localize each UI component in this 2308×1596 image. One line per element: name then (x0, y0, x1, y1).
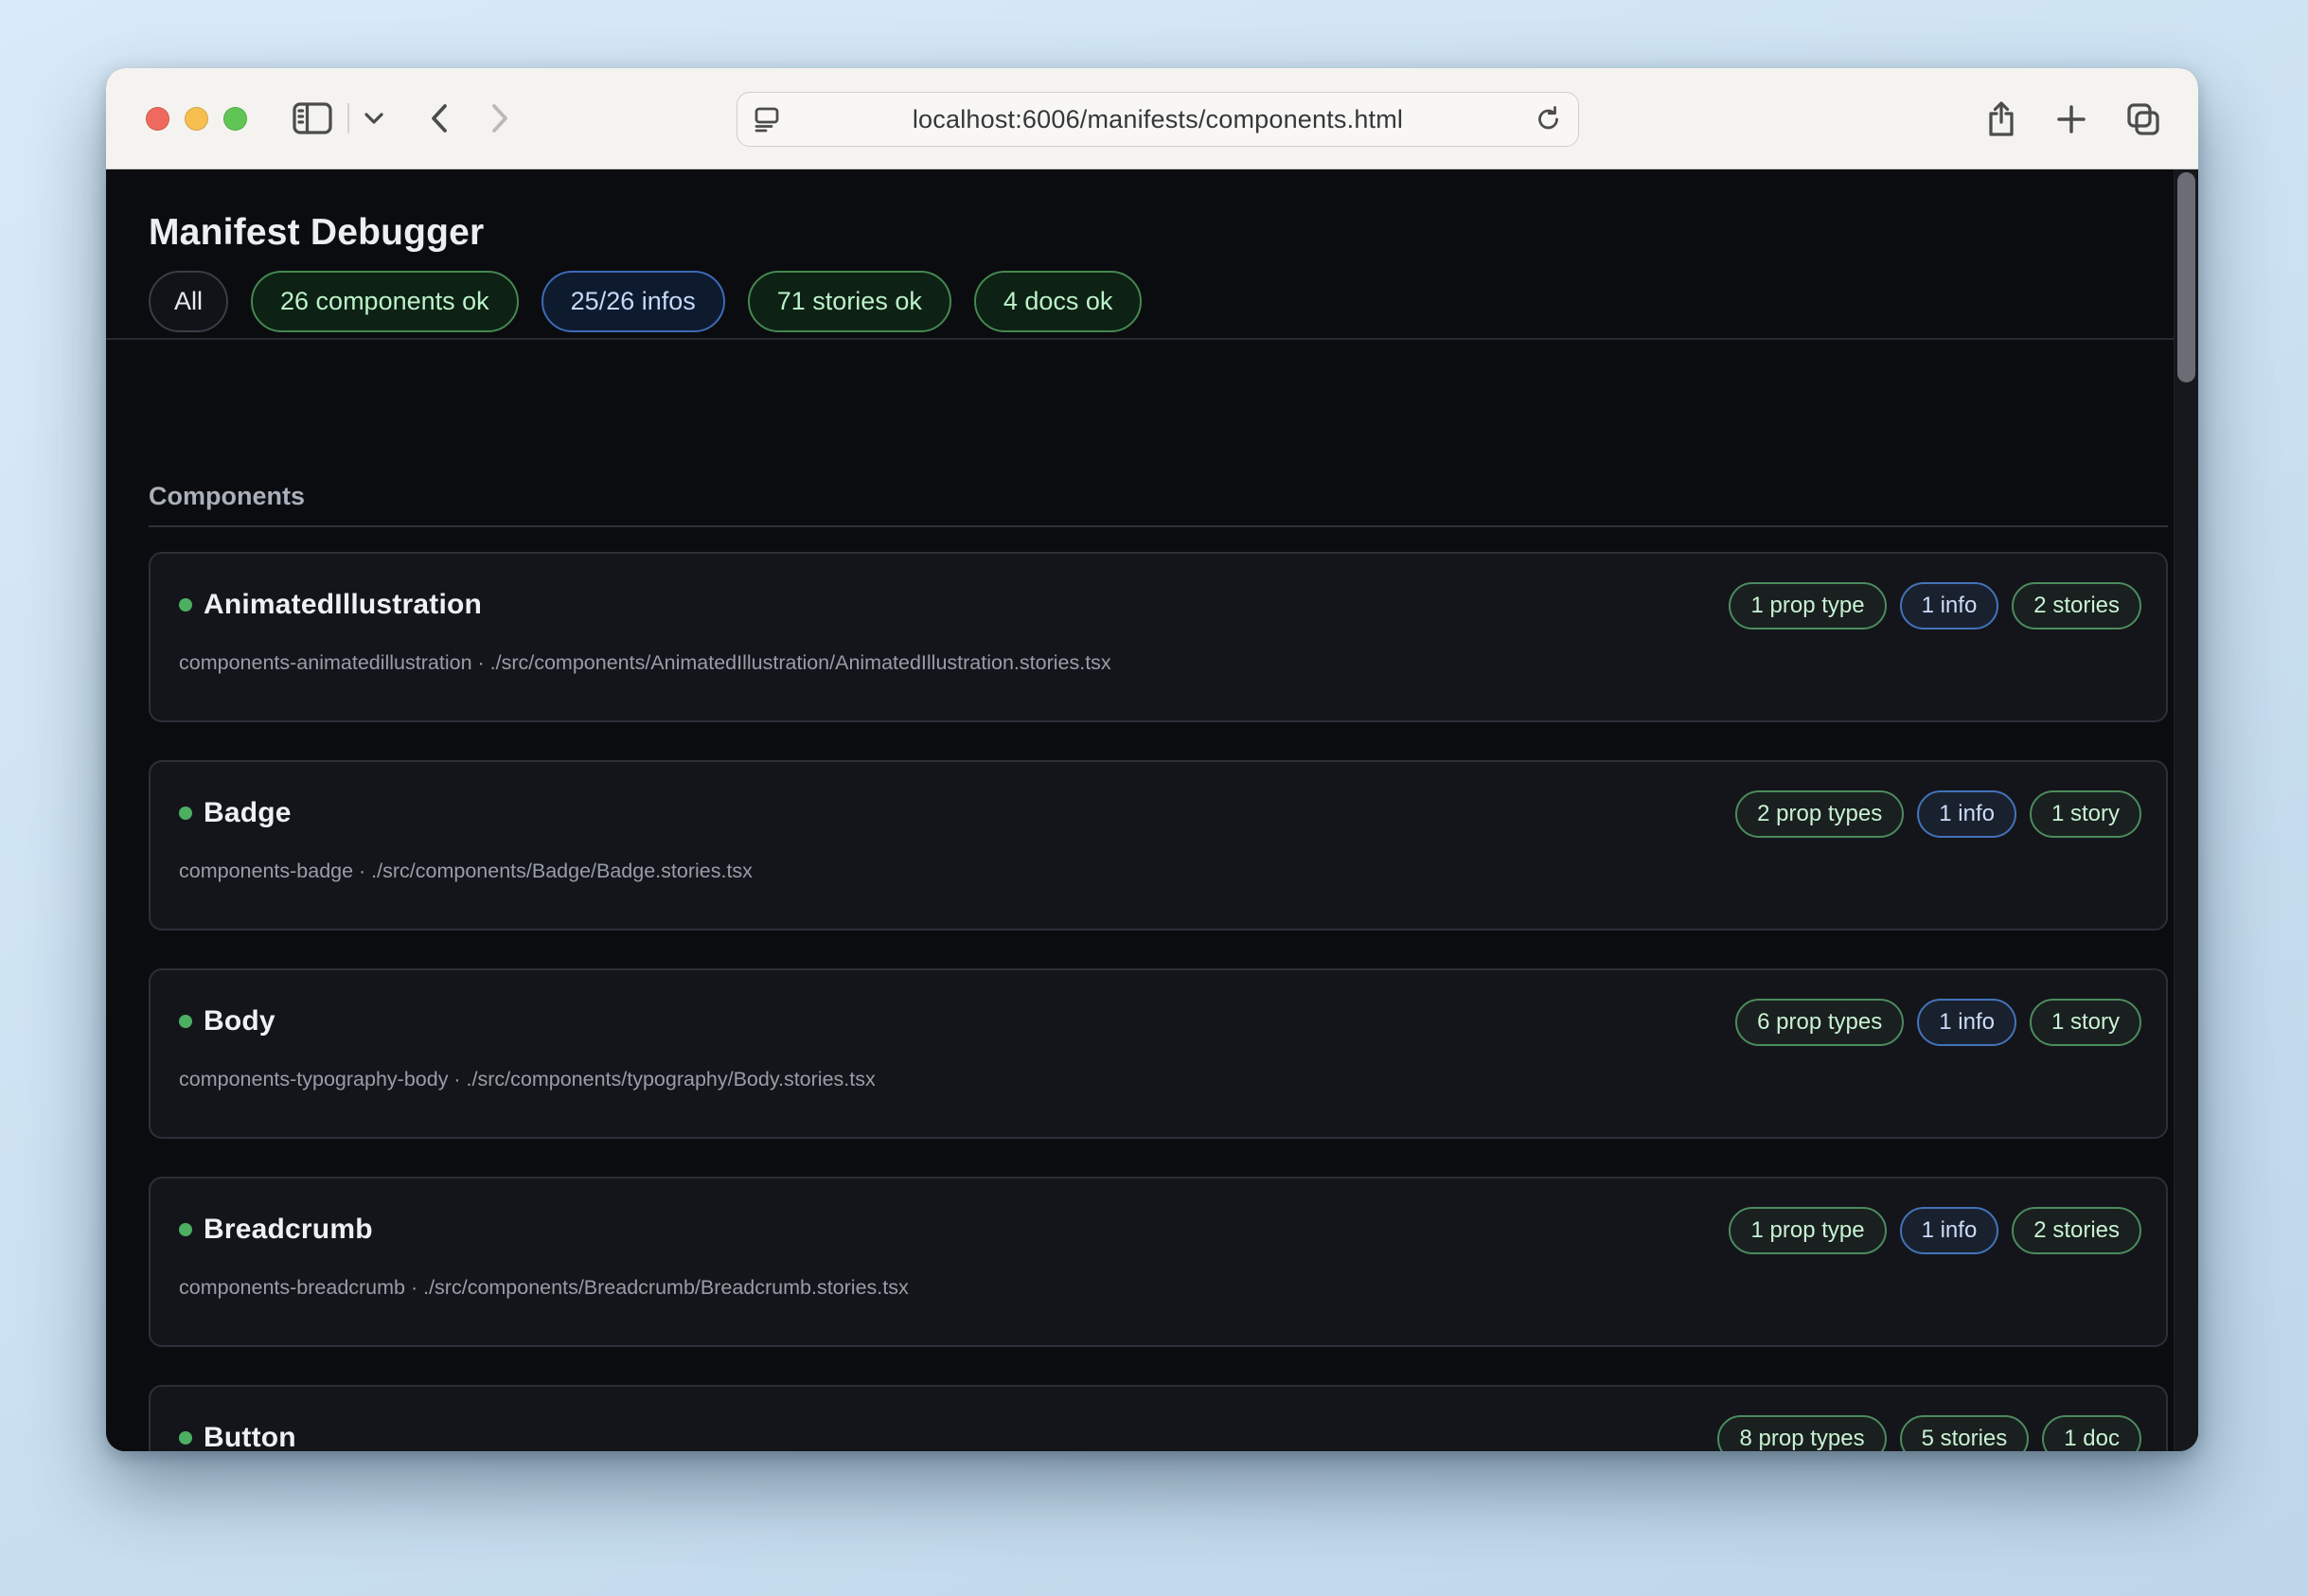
reload-icon[interactable] (1535, 105, 1563, 133)
chevron-down-icon[interactable] (363, 111, 385, 126)
status-dot-icon (179, 807, 192, 820)
info-badge: 1 info (1917, 999, 2016, 1046)
component-meta: components-typography-body · ./src/compo… (179, 1067, 2138, 1092)
stories-badge: 5 stories (1900, 1415, 2030, 1451)
stories-badge: 1 story (2030, 790, 2141, 838)
prop-type-badge: 1 prop type (1729, 1207, 1886, 1254)
address-bar[interactable]: localhost:6006/manifests/components.html (737, 92, 1579, 147)
browser-window: localhost:6006/manifests/components.html (106, 68, 2198, 1451)
prop-type-badge: 6 prop types (1735, 999, 1904, 1046)
component-card: Button 8 prop types 5 stories 1 doc (149, 1385, 2168, 1451)
tab-overview-icon[interactable] (2125, 102, 2163, 136)
prop-type-badge: 2 prop types (1735, 790, 1904, 838)
status-dot-icon (179, 598, 192, 612)
component-meta: components-animatedillustration · ./src/… (179, 650, 2138, 676)
status-dot-icon (179, 1431, 192, 1445)
badge-group: 8 prop types 5 stories 1 doc (1717, 1415, 2141, 1451)
info-badge: 1 info (1917, 790, 2016, 838)
component-name: Badge (204, 796, 292, 830)
component-name: Breadcrumb (204, 1213, 373, 1247)
filter-stories[interactable]: 71 stories ok (748, 271, 951, 332)
scrollbar-track[interactable] (2174, 169, 2198, 1451)
badge-group: 2 prop types 1 info 1 story (1735, 790, 2141, 838)
component-name: Body (204, 1004, 275, 1038)
doc-badge: 1 doc (2042, 1415, 2141, 1451)
badge-group: 6 prop types 1 info 1 story (1735, 999, 2141, 1046)
component-name: Button (204, 1421, 296, 1451)
info-badge: 1 info (1900, 1207, 1999, 1254)
info-badge: 1 info (1900, 582, 1999, 630)
page-title: Manifest Debugger (149, 211, 2143, 255)
component-card: AnimatedIllustration components-animated… (149, 552, 2168, 722)
close-window-button[interactable] (146, 107, 169, 131)
component-card: Body components-typography-body · ./src/… (149, 968, 2168, 1139)
filter-all[interactable]: All (149, 271, 228, 332)
page-header: Manifest Debugger All 26 components ok 2… (106, 169, 2174, 332)
zoom-window-button[interactable] (223, 107, 247, 131)
forward-button[interactable] (489, 102, 510, 134)
component-card: Breadcrumb components-breadcrumb · ./src… (149, 1177, 2168, 1347)
filter-infos[interactable]: 25/26 infos (541, 271, 725, 332)
traffic-lights (146, 107, 247, 131)
stories-badge: 2 stories (2012, 582, 2141, 630)
filter-docs[interactable]: 4 docs ok (974, 271, 1143, 332)
badge-group: 1 prop type 1 info 2 stories (1729, 582, 2141, 630)
badge-group: 1 prop type 1 info 2 stories (1729, 1207, 2141, 1254)
component-card: Badge components-badge · ./src/component… (149, 760, 2168, 931)
status-dot-icon (179, 1223, 192, 1236)
toolbar-separator (347, 103, 349, 133)
filter-components[interactable]: 26 components ok (251, 271, 519, 332)
status-dot-icon (179, 1015, 192, 1028)
back-button[interactable] (429, 102, 450, 134)
browser-toolbar: localhost:6006/manifests/components.html (106, 68, 2198, 169)
component-meta: components-breadcrumb · ./src/components… (179, 1275, 2138, 1301)
section-heading: Components (149, 480, 2168, 512)
share-icon[interactable] (1985, 100, 2017, 138)
scrollbar-thumb[interactable] (2177, 172, 2195, 382)
stories-badge: 1 story (2030, 999, 2141, 1046)
component-meta: components-badge · ./src/components/Badg… (179, 859, 2138, 884)
prop-type-badge: 8 prop types (1717, 1415, 1886, 1451)
prop-type-badge: 1 prop type (1729, 582, 1886, 630)
section-divider (149, 525, 2168, 527)
url-text[interactable]: localhost:6006/manifests/components.html (781, 105, 1535, 134)
page-icon (753, 105, 781, 133)
new-tab-icon[interactable] (2055, 103, 2087, 135)
minimize-window-button[interactable] (185, 107, 208, 131)
stories-badge: 2 stories (2012, 1207, 2141, 1254)
header-divider (106, 338, 2174, 340)
component-name: AnimatedIllustration (204, 588, 482, 622)
filter-bar: All 26 components ok 25/26 infos 71 stor… (149, 271, 2143, 332)
sidebar-toggle-icon[interactable] (293, 102, 332, 134)
page-viewport: Manifest Debugger All 26 components ok 2… (106, 169, 2198, 1451)
